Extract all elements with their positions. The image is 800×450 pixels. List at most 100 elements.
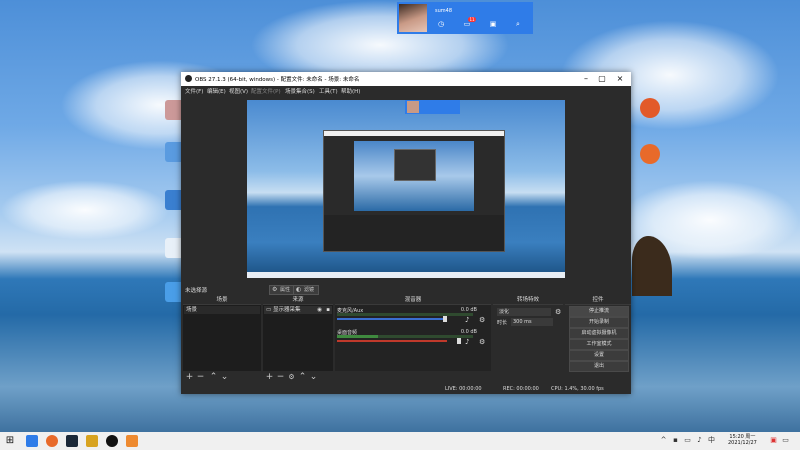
volume-slider[interactable] [337, 318, 447, 320]
clock[interactable]: 15:20 周一 2021/12/27 [728, 434, 757, 446]
qq-username: sum48 [435, 8, 453, 14]
mixer-channel-desktop: 桌面音频 0.0 dB ♪ ⚙ [337, 329, 486, 346]
source-settings-button[interactable]: ⚙ [287, 373, 296, 382]
cpu-status: CPU: 1.4%, 30.00 fps [551, 386, 604, 392]
menu-help[interactable]: 帮助(H) [341, 87, 360, 95]
virtual-camera-button[interactable]: 启动虚拟摄像机 [569, 328, 629, 339]
chevron-up-icon[interactable]: ^ [660, 437, 667, 444]
settings-button[interactable]: 设置 [569, 350, 629, 361]
app-icon[interactable] [86, 435, 98, 447]
tray-icon[interactable]: ▪ [672, 437, 679, 444]
gear-icon[interactable]: ⚙ [555, 308, 561, 316]
taskbar: ⊞ ^ ▪ ▭ ♪ 中 15:20 周一 2021/12/27 ▣ ▭ [0, 432, 800, 450]
properties-button[interactable]: ⚙ 属性 [269, 285, 295, 295]
menu-file[interactable]: 文件(F) [185, 87, 203, 95]
transitions-dock: 转场特效 淡化 ⚙ 时长 300 ms [493, 296, 563, 384]
rec-timer: REC: 00:00:00 [503, 386, 539, 392]
network-icon[interactable]: ▭ [684, 437, 691, 444]
transition-select[interactable]: 淡化 [497, 308, 551, 316]
sources-dock: 来源 ▭ 显示器采集 ◉ ▪ + − ⚙ ⌃ ⌄ [263, 296, 333, 384]
menu-edit[interactable]: 编辑(E) [207, 87, 226, 95]
action-center-icon[interactable]: ▭ [782, 437, 789, 444]
audio-mixer-dock: 混音器 麦克风/Aux 0.0 dB ♪ ⚙ 桌面音频 0.0 dB ♪ ⚙ [335, 296, 491, 384]
title-bar[interactable]: OBS 27.1.3 (64-bit, windows) - 配置文件: 未命名… [181, 72, 631, 86]
desktop-app-icon[interactable] [640, 144, 660, 164]
audio-meter [337, 335, 473, 338]
status-bar: LIVE: 00:00:00 REC: 00:00:00 CPU: 1.4%, … [181, 384, 631, 394]
studio-mode-button[interactable]: 工作室模式 [569, 339, 629, 350]
obs-icon[interactable] [106, 435, 118, 447]
source-item[interactable]: ▭ 显示器采集 ◉ ▪ [264, 306, 332, 314]
minimize-button[interactable]: – [579, 73, 593, 85]
remove-scene-button[interactable]: − [196, 373, 205, 382]
ime-icon[interactable]: 中 [708, 437, 715, 444]
maximize-button[interactable]: ▢ [595, 73, 609, 85]
desktop-app-icon[interactable] [640, 98, 660, 118]
speaker-icon[interactable]: ♪ [465, 339, 469, 346]
stop-streaming-button[interactable]: 停止推流 [569, 306, 629, 317]
preview-taskbar [247, 272, 565, 278]
duration-input[interactable]: 300 ms [511, 318, 553, 326]
gear-icon: ⚙ [272, 286, 278, 293]
app-icon[interactable] [126, 435, 138, 447]
duration-label: 时长 [497, 320, 508, 326]
no-source-label: 未选择源 [185, 288, 208, 294]
scenes-dock: 场景 场景 + − ⌃ ⌄ [183, 296, 261, 384]
source-toolbar: 未选择源 ⚙ 属性 ◐ 滤镜 [181, 284, 631, 295]
preview-qq-panel [405, 100, 460, 114]
controls-dock: 控件 停止推流 开始录制 启动虚拟摄像机 工作室模式 设置 退出 [565, 296, 631, 384]
menu-view[interactable]: 视图(V) [229, 87, 248, 95]
qq-panel[interactable]: sum48 ◷ ▭ ▣ ⌕ [397, 2, 533, 34]
cloud [0, 180, 170, 240]
menu-bar: 文件(F) 编辑(E) 视图(V) 配置文件(P) 场景集合(S) 工具(T) … [181, 86, 631, 96]
menu-tools[interactable]: 工具(T) [319, 87, 338, 95]
live-timer: LIVE: 00:00:00 [445, 386, 482, 392]
volume-knob[interactable] [443, 316, 447, 322]
move-up-button[interactable]: ⌃ [209, 373, 218, 382]
move-down-button[interactable]: ⌄ [220, 373, 229, 382]
start-recording-button[interactable]: 开始录制 [569, 317, 629, 328]
audio-meter [337, 313, 473, 316]
steam-icon[interactable] [66, 435, 78, 447]
visibility-eye-icon[interactable]: ◉ [317, 306, 322, 314]
sources-title: 来源 [263, 296, 333, 305]
close-button[interactable]: × [613, 73, 627, 85]
browser-icon[interactable] [46, 435, 58, 447]
contacts-icon[interactable]: ▣ [489, 20, 497, 28]
app-icon[interactable] [26, 435, 38, 447]
unread-badge: 11 [468, 17, 476, 22]
menu-profile[interactable]: 配置文件(P) [251, 87, 281, 95]
clock-icon[interactable]: ◷ [437, 20, 445, 28]
lock-icon[interactable]: ▪ [326, 306, 330, 314]
volume-slider[interactable] [337, 340, 447, 342]
add-scene-button[interactable]: + [185, 373, 194, 382]
mixer-title: 混音器 [335, 296, 491, 305]
preview-canvas[interactable] [247, 100, 565, 278]
menu-scene-collection[interactable]: 场景集合(S) [285, 87, 315, 95]
volume-icon[interactable]: ♪ [696, 437, 703, 444]
notification-icon[interactable]: ▣ [770, 437, 777, 444]
filters-button[interactable]: ◐ 滤镜 [293, 285, 319, 295]
remove-source-button[interactable]: − [276, 373, 285, 382]
gear-icon[interactable]: ⚙ [479, 339, 485, 346]
exit-button[interactable]: 退出 [569, 361, 629, 372]
move-up-button[interactable]: ⌃ [298, 373, 307, 382]
scene-item[interactable]: 场景 [184, 306, 260, 314]
window-title: OBS 27.1.3 (64-bit, windows) - 配置文件: 未命名… [195, 77, 360, 83]
filter-icon: ◐ [296, 286, 302, 293]
add-source-button[interactable]: + [265, 373, 274, 382]
volume-knob[interactable] [457, 338, 461, 344]
avatar[interactable] [399, 4, 427, 32]
mixer-channel-mic: 麦克风/Aux 0.0 dB ♪ ⚙ [337, 307, 486, 324]
start-icon[interactable]: ⊞ [4, 435, 16, 447]
move-down-button[interactable]: ⌄ [309, 373, 318, 382]
search-icon[interactable]: ⌕ [514, 20, 522, 28]
transitions-title: 转场特效 [493, 296, 563, 305]
obs-window[interactable]: OBS 27.1.3 (64-bit, windows) - 配置文件: 未命名… [181, 72, 631, 394]
scenes-title: 场景 [183, 296, 261, 305]
speaker-icon[interactable]: ♪ [465, 317, 469, 324]
gear-icon[interactable]: ⚙ [479, 317, 485, 324]
obs-logo-icon [185, 75, 192, 82]
preview-nested-window [323, 130, 505, 252]
controls-title: 控件 [565, 296, 631, 305]
